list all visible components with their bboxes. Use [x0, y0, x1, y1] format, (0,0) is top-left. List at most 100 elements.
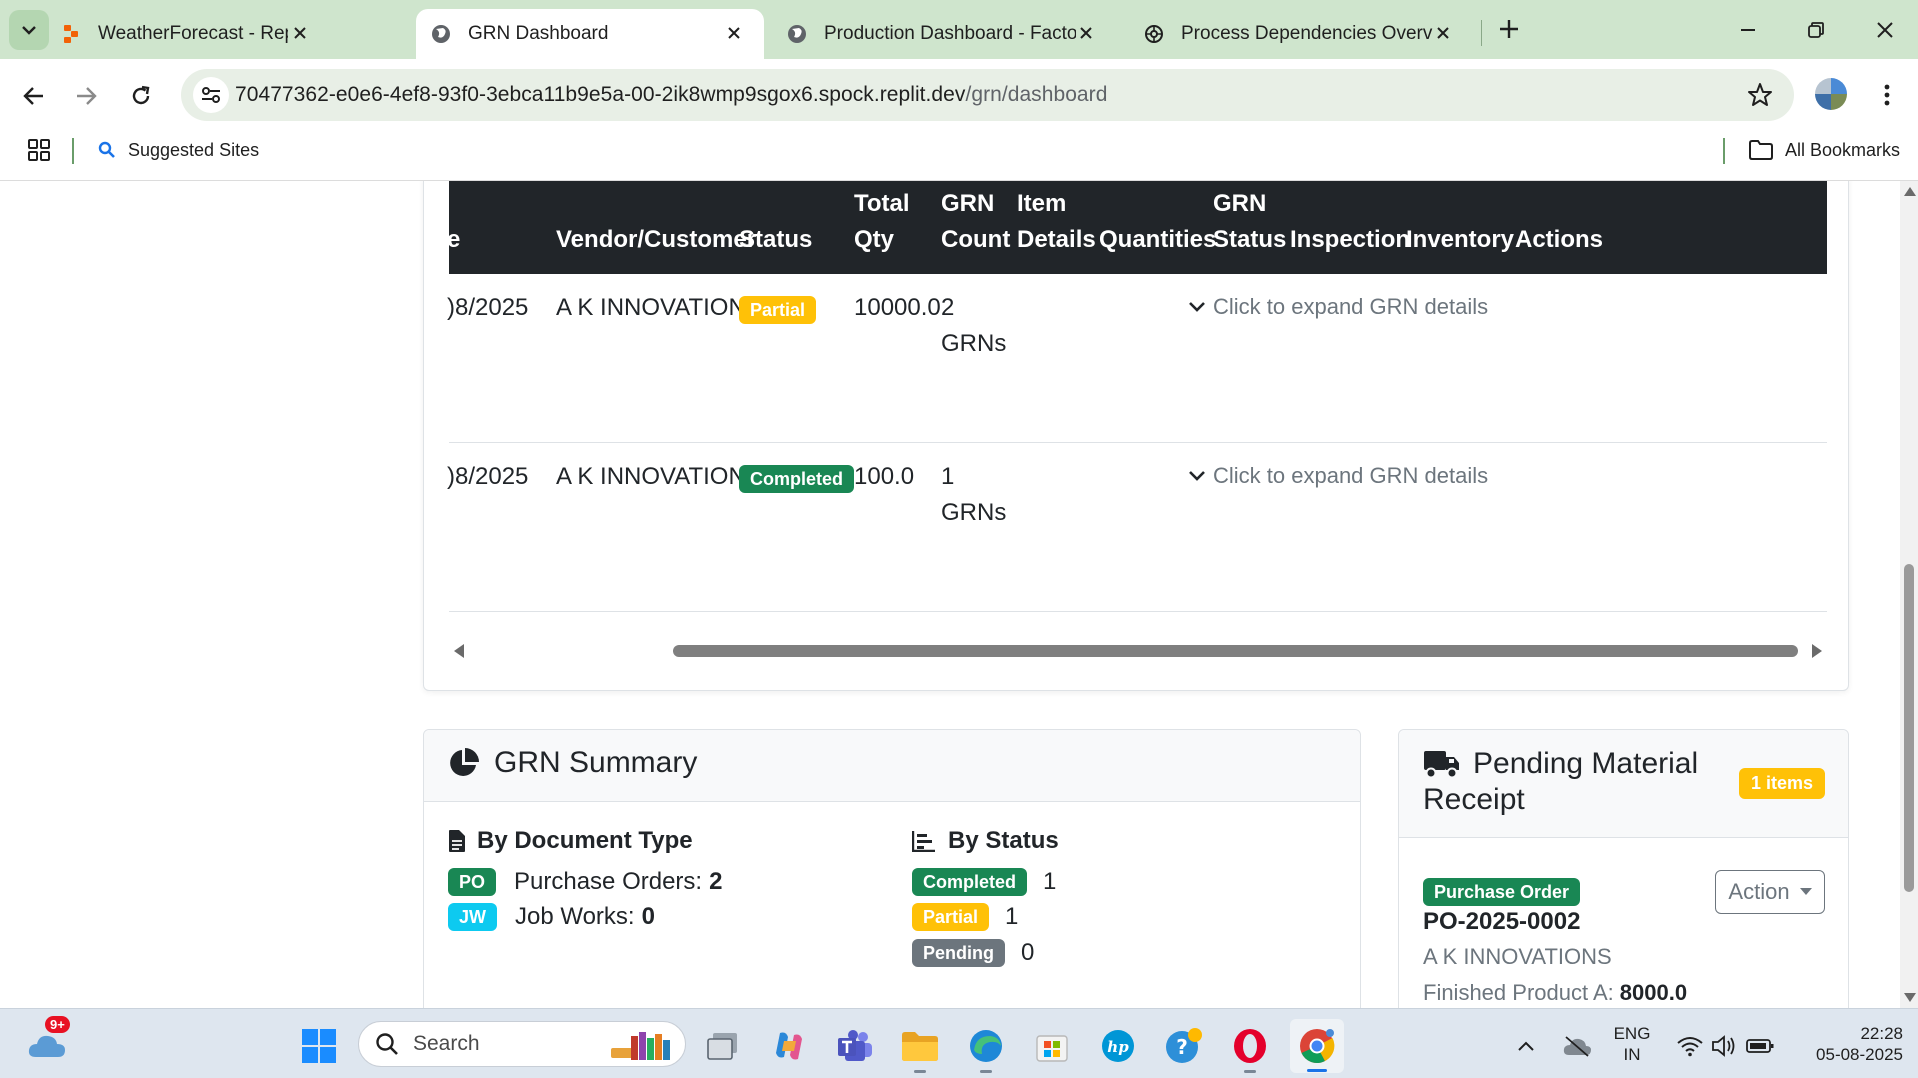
expand-grn-details-toggle[interactable]: Click to expand GRN details	[1188, 463, 1488, 489]
scroll-up-arrow[interactable]	[1904, 187, 1916, 196]
th-total-qty-line1: Total	[854, 190, 910, 217]
th-grn-status: GRN Status	[1213, 186, 1286, 258]
pending-title-line2: Receipt	[1423, 783, 1525, 816]
clock[interactable]: 22:28 05-08-2025	[1795, 1023, 1903, 1065]
onedrive-button[interactable]	[1557, 1026, 1597, 1066]
close-tab-icon[interactable]	[290, 23, 310, 43]
caret-down-icon	[1799, 888, 1812, 895]
site-info-button[interactable]	[193, 77, 229, 113]
url-text[interactable]: 70477362-e0e6-4ef8-93f0-3ebca11b9e5a-00-…	[235, 83, 1107, 107]
by-document-type-text: By Document Type	[477, 827, 693, 854]
completed-value: 1	[1043, 868, 1057, 895]
tab-title: WeatherForecast - Replit	[98, 23, 288, 44]
tab-weatherforecast[interactable]: WeatherForecast - Replit	[60, 9, 330, 59]
hp-icon: hp	[1102, 1030, 1134, 1062]
task-view-icon	[707, 1033, 737, 1060]
scroll-down-arrow[interactable]	[1904, 993, 1916, 1002]
volume-button[interactable]	[1704, 1026, 1744, 1066]
copilot-button[interactable]	[769, 1026, 809, 1066]
battery-button[interactable]	[1740, 1026, 1780, 1066]
edge-button[interactable]	[966, 1026, 1006, 1073]
grn-summary-title: GRN Summary	[448, 746, 697, 780]
chrome-icon	[1300, 1029, 1335, 1064]
close-tab-icon[interactable]	[724, 23, 744, 43]
pending-vendor: A K INNOVATIONS	[1423, 944, 1612, 969]
new-tab-button[interactable]	[1494, 14, 1524, 44]
all-bookmarks-label: All Bookmarks	[1785, 139, 1901, 160]
forward-button[interactable]	[66, 76, 106, 116]
pending-value: 0	[1021, 939, 1035, 966]
browser-menu-button[interactable]	[1875, 78, 1899, 112]
taskbar-search-box[interactable]: Search	[358, 1021, 686, 1067]
show-hidden-icons-button[interactable]	[1506, 1026, 1546, 1066]
scroll-thumb[interactable]	[1904, 564, 1914, 892]
close-icon	[1877, 22, 1893, 38]
th-item-details-line2: Details	[1017, 226, 1096, 253]
teams-button[interactable]	[835, 1026, 875, 1066]
purchase-orders-label: Purchase Orders:	[514, 868, 703, 895]
chrome-button[interactable]	[1290, 1019, 1344, 1073]
purchase-order-badge: Purchase Order	[1423, 878, 1581, 906]
profile-avatar[interactable]	[1815, 78, 1847, 110]
pending-title: Pending Material	[1423, 746, 1698, 782]
reload-button[interactable]	[121, 76, 161, 116]
cell-vendor: A K INNOVATIONS	[556, 294, 762, 321]
weather-widget[interactable]: 9+	[27, 1016, 70, 1064]
file-explorer-button[interactable]	[900, 1026, 940, 1073]
start-button[interactable]	[299, 1026, 339, 1066]
pending-title-line1: Pending Material	[1473, 747, 1699, 780]
pending-header: Pending Material Receipt 1 items	[1399, 730, 1848, 838]
back-button[interactable]	[14, 76, 54, 116]
tab-process-dependencies[interactable]: Process Dependencies Overview	[1143, 9, 1473, 59]
bookmark-separator	[1723, 138, 1725, 164]
language-line2: IN	[1623, 1045, 1641, 1064]
tab-title: Production Dashboard - Factory	[824, 23, 1076, 44]
action-dropdown-button[interactable]: Action	[1715, 870, 1825, 914]
scroll-thumb[interactable]	[673, 645, 1798, 657]
close-tab-icon[interactable]	[1076, 23, 1096, 43]
th-grn-count: GRN Count	[941, 186, 1010, 258]
file-icon	[449, 830, 465, 852]
hp-button[interactable]: hp	[1098, 1026, 1138, 1066]
expand-grn-details-toggle[interactable]: Click to expand GRN details	[1188, 294, 1488, 320]
all-bookmarks-button[interactable]: All Bookmarks	[1749, 136, 1900, 164]
cell-total-qty: 100.0	[854, 463, 915, 490]
purchase-orders-count: PO Purchase Orders: 2	[448, 868, 722, 896]
pending-badge: Pending	[912, 939, 1005, 967]
tab-search-button[interactable]	[9, 10, 49, 50]
help-icon: ?	[1166, 1028, 1202, 1063]
language-indicator[interactable]: ENG IN	[1610, 1023, 1654, 1065]
grn-summary-title-text: GRN Summary	[494, 746, 698, 779]
th-total-qty: Total Qty	[854, 186, 910, 258]
tab-grn-dashboard[interactable]: GRN Dashboard	[416, 9, 764, 59]
restore-button[interactable]	[1794, 10, 1838, 50]
table-horizontal-scrollbar[interactable]	[449, 637, 1827, 663]
opera-button[interactable]	[1230, 1026, 1270, 1073]
chevron-up-icon	[1518, 1041, 1534, 1051]
pending-material-receipt-card: Pending Material Receipt 1 items Purchas…	[1398, 729, 1849, 1008]
globe-icon	[786, 23, 808, 45]
minimize-button[interactable]	[1726, 10, 1770, 50]
store-button[interactable]	[1032, 1026, 1072, 1066]
store-icon	[1036, 1035, 1068, 1062]
close-window-button[interactable]	[1863, 10, 1907, 50]
task-view-button[interactable]	[703, 1026, 743, 1066]
more-vertical-icon	[1884, 84, 1890, 106]
apps-button[interactable]	[28, 136, 50, 164]
globe-icon	[430, 23, 452, 45]
suggested-sites-bookmark[interactable]: Suggested Sites	[98, 136, 259, 164]
tab-production-dashboard[interactable]: Production Dashboard - Factory	[786, 9, 1116, 59]
cloud-icon	[28, 1035, 65, 1057]
plus-icon	[1500, 20, 1518, 38]
close-tab-icon[interactable]	[1433, 23, 1453, 43]
page-vertical-scrollbar[interactable]	[1900, 181, 1918, 1008]
help-button[interactable]: ?	[1164, 1026, 1204, 1066]
scroll-right-arrow[interactable]	[1812, 644, 1822, 658]
scroll-left-arrow[interactable]	[454, 644, 464, 658]
pending-count-badge: 1 items	[1739, 768, 1826, 799]
search-placeholder: Search	[413, 1032, 480, 1055]
th-grn-count-line1: GRN	[941, 190, 995, 217]
grn-count-label: GRNs	[941, 330, 1007, 357]
address-bar[interactable]: 70477362-e0e6-4ef8-93f0-3ebca11b9e5a-00-…	[181, 69, 1794, 121]
bookmark-star-button[interactable]	[1746, 81, 1774, 109]
